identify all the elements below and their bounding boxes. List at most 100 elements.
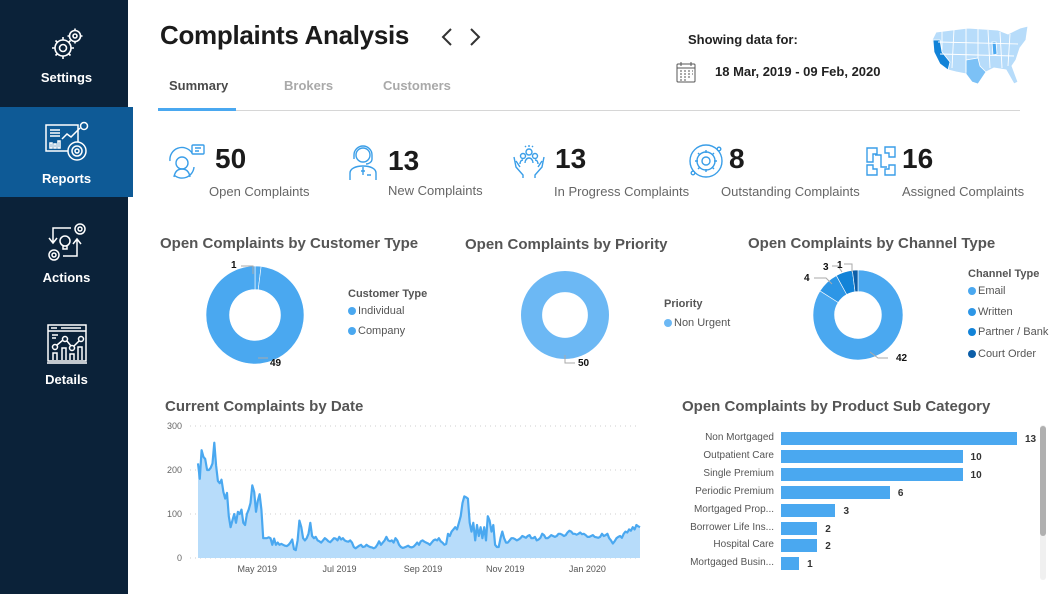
donut-label-email: 42 xyxy=(896,353,908,364)
bar-category-label: Non Mortgaged xyxy=(705,432,774,443)
kpi-label: Open Complaints xyxy=(209,184,310,199)
bar[interactable] xyxy=(781,557,800,571)
legend-label: Court Order xyxy=(978,348,1037,360)
tab-divider xyxy=(158,110,1020,111)
donut-slice-non-urgent[interactable] xyxy=(521,271,609,359)
bar[interactable] xyxy=(781,467,963,481)
kpi-label: New Complaints xyxy=(388,183,483,198)
kpi-label: Assigned Complaints xyxy=(902,184,1025,199)
y-tick-label: 300 xyxy=(167,421,182,431)
donut-label-court: 1 xyxy=(837,260,843,271)
support-agent-icon xyxy=(169,144,205,179)
series-line[interactable] xyxy=(196,441,641,552)
chart-title-customer-type: Open Complaints by Customer Type xyxy=(160,235,419,252)
donut-label-partner: 3 xyxy=(823,262,829,273)
chart-title-complaints-by-date: Current Complaints by Date xyxy=(165,398,364,415)
legend-item-individual[interactable]: Individual xyxy=(348,305,404,317)
bar[interactable] xyxy=(781,432,1017,445)
hands-collaboration-icon xyxy=(866,146,896,176)
sidebar-item-settings[interactable]: Settings xyxy=(0,10,133,100)
bar-value-label: 10 xyxy=(970,451,982,463)
bar-value-label: 3 xyxy=(843,505,850,517)
legend-label: Individual xyxy=(358,305,405,317)
sidebar-item-details[interactable]: Details xyxy=(0,308,133,398)
legend-title: Channel Type xyxy=(968,268,1040,280)
legend-item-email[interactable]: Email xyxy=(968,285,1006,297)
legend-title: Customer Type xyxy=(348,288,428,300)
leader-line xyxy=(564,355,575,364)
chart-title-priority: Open Complaints by Priority xyxy=(465,236,668,253)
donut-label-non-urgent: 50 xyxy=(578,358,590,369)
legend-item-company[interactable]: Company xyxy=(348,325,405,337)
sidebar-item-label: Details xyxy=(45,372,88,387)
x-tick-label: Jan 2020 xyxy=(569,564,606,574)
bar[interactable] xyxy=(781,485,890,499)
previous-page-button[interactable] xyxy=(440,26,454,52)
active-tab-indicator xyxy=(158,108,236,111)
legend-label: Email xyxy=(978,285,1006,297)
legend-item-non-urgent[interactable]: Non Urgent xyxy=(664,317,730,329)
y-tick-label: 0 xyxy=(177,553,182,563)
bar-value-label: 13 xyxy=(1025,434,1037,445)
team-hands-icon xyxy=(513,145,545,178)
sidebar-item-actions[interactable]: Actions xyxy=(0,206,133,296)
scrollbar-thumb[interactable] xyxy=(1040,426,1046,536)
bar[interactable] xyxy=(781,503,836,517)
calendar-icon[interactable] xyxy=(676,61,696,83)
area-chart-complaints-by-date: 0 100 200 300 May 2019 Jul 2019 Sep 2019 Nov 20… xyxy=(167,421,641,574)
legend-label: Written xyxy=(978,306,1013,318)
page-title: Complaints Analysis xyxy=(160,20,410,50)
sidebar-item-label: Actions xyxy=(42,270,91,285)
bar-category-label: Borrower Life Ins... xyxy=(690,521,774,533)
analytics-browser-icon xyxy=(46,324,87,364)
legend-item-partner-bank[interactable]: Partner / Bank xyxy=(968,326,1048,338)
gears-icon xyxy=(51,28,82,59)
kpi-value: 50 xyxy=(215,143,247,174)
tab-customers[interactable]: Customers xyxy=(383,78,451,93)
sidebar-item-reports[interactable]: Reports xyxy=(0,107,133,197)
donut-chart-priority xyxy=(521,271,609,359)
legend-item-court-order[interactable]: Court Order xyxy=(968,348,1036,360)
legend-item-written[interactable]: Written xyxy=(968,306,1013,318)
tab-brokers[interactable]: Brokers xyxy=(284,78,333,93)
gear-cycle-icon xyxy=(689,144,723,178)
headset-person-icon xyxy=(349,145,377,180)
leader-lines xyxy=(241,265,268,359)
kpi-value: 16 xyxy=(902,143,934,174)
sidebar: Settings Reports Actions Details xyxy=(0,0,133,594)
legend-label: Non Urgent xyxy=(674,317,731,329)
legend-dot xyxy=(664,319,672,327)
leader-lines xyxy=(814,263,888,359)
showing-data-label: Showing data for: xyxy=(688,32,798,47)
bar[interactable] xyxy=(781,449,963,463)
sidebar-item-label: Reports xyxy=(41,171,92,186)
bar-value-label: 10 xyxy=(970,469,982,481)
kpi-label: Outstanding Complaints xyxy=(721,184,860,199)
date-range-value: 18 Mar, 2019 - 09 Feb, 2020 xyxy=(715,64,881,79)
bar-value-label: 6 xyxy=(897,487,904,499)
bar-value-label: 1 xyxy=(807,559,813,571)
legend-dot xyxy=(968,328,976,336)
bar[interactable] xyxy=(781,521,818,535)
bar-category-label: Outpatient Care xyxy=(703,449,774,461)
us-map-icon[interactable] xyxy=(928,22,1032,92)
idea-process-icon xyxy=(47,223,86,261)
bar-category-label: Hospital Care xyxy=(713,539,774,551)
donut-label-written: 4 xyxy=(804,273,810,284)
bar-value-label: 2 xyxy=(825,541,831,553)
x-tick-label: Sep 2019 xyxy=(404,564,443,574)
kpi-value: 13 xyxy=(388,145,420,176)
bar-category-label: Mortgaged Prop... xyxy=(693,503,774,515)
tab-summary[interactable]: Summary xyxy=(169,78,228,93)
bar[interactable] xyxy=(781,539,818,553)
legend-dot xyxy=(968,287,976,295)
x-tick-label: May 2019 xyxy=(238,564,278,574)
next-page-button[interactable] xyxy=(468,26,482,52)
legend-label: Company xyxy=(358,325,406,337)
kpi-value: 8 xyxy=(729,143,745,174)
y-tick-label: 100 xyxy=(167,509,182,519)
area-fill xyxy=(198,442,640,558)
legend-dot xyxy=(348,327,356,335)
y-tick-label: 200 xyxy=(167,465,182,475)
kpi-value: 13 xyxy=(555,143,587,174)
